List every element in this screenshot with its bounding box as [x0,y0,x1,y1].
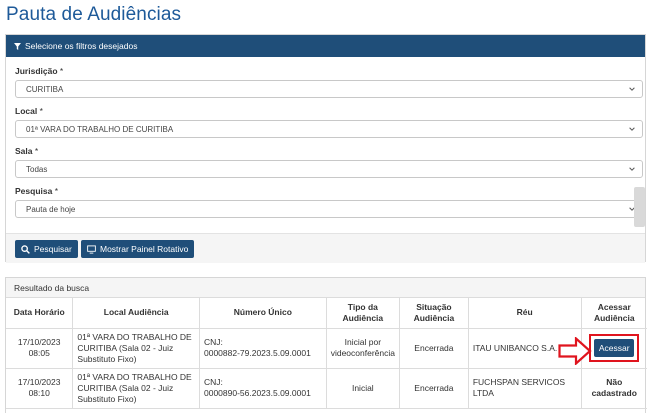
panel-button-label: Mostrar Painel Rotativo [100,244,189,254]
results-panel: Resultado da busca Data Horário Local Au… [5,277,647,413]
local-select[interactable]: 01ª VARA DO TRABALHO DE CURITIBA [15,120,643,138]
cell-numero: CNJ: 0000890-56.2023.5.09.0001 [199,368,327,409]
funnel-icon [14,42,21,50]
red-arrow-icon [558,337,592,365]
acessar-button[interactable]: Acessar [594,339,635,357]
pesquisa-label: Pesquisa * [15,186,59,196]
monitor-icon [87,244,96,254]
col-header-data-horario: Data Horário [6,298,74,329]
cell-date-time: 17/10/2023 08:10 [6,368,74,409]
sala-label: Sala * [15,146,39,156]
table-row: 17/10/2023 08:05 01ª VARA DO TRABALHO DE … [6,328,647,369]
sala-select[interactable]: Todas [15,160,643,178]
page-title: Pauta de Audiências [6,4,182,25]
col-header-tipo: Tipo da Audiência [326,298,400,329]
search-button[interactable]: Pesquisar [15,240,78,258]
button-bar: Pesquisar Mostrar Painel Rotativo [6,233,645,263]
scrollbar-thumb[interactable] [634,187,645,227]
cell-local: 01ª VARA DO TRABALHO DE CURITIBA (Sala 0… [72,328,200,369]
col-header-acessar: Acessar Audiência [581,298,647,329]
cell-date-time: 17/10/2023 08:05 [6,328,74,369]
cell-tipo: Inicial por videoconferência [326,328,400,369]
search-button-label: Pesquisar [34,244,72,254]
col-header-numero: Número Único [199,298,327,329]
col-header-reu: Réu [468,298,582,329]
cell-nao-cadastrado: Não cadastrado [581,368,647,409]
cell-local: 01ª VARA DO TRABALHO DE CURITIBA (Sala 0… [72,368,200,409]
jurisdicao-select[interactable]: CURITIBA [15,80,643,98]
filter-header-label: Selecione os filtros desejados [25,41,138,51]
local-value: 01ª VARA DO TRABALHO DE CURITIBA [26,124,174,134]
chevron-down-icon [629,167,635,171]
jurisdicao-value: CURITIBA [26,84,64,94]
pesquisa-value: Pauta de hoje [26,204,76,214]
cell-situacao: Encerrada [399,328,469,369]
pesquisa-select[interactable]: Pauta de hoje [15,200,643,218]
search-icon [21,244,30,254]
show-rotating-panel-button[interactable]: Mostrar Painel Rotativo [81,240,195,258]
cell-situacao: Encerrada [399,368,469,409]
cell-numero: CNJ: 0000882-79.2023.5.09.0001 [199,328,327,369]
cell-tipo: Inicial [326,368,400,409]
col-header-situacao: Situação Audiência [399,298,469,329]
filter-header: Selecione os filtros desejados [6,35,645,57]
col-header-local: Local Audiência [72,298,200,329]
local-label: Local * [15,106,43,116]
jurisdicao-label: Jurisdição * [15,66,64,76]
highlight-box: Acessar [589,334,640,362]
table-header-row: Data Horário Local Audiência Número Únic… [6,298,647,329]
chevron-down-icon [629,127,635,131]
results-table: Data Horário Local Audiência Número Únic… [6,298,647,409]
results-header: Resultado da busca [6,278,645,298]
cell-reu: FUCHSPAN SERVICOS LTDA [468,368,582,409]
filter-panel: Selecione os filtros desejados Jurisdiçã… [5,34,646,263]
chevron-down-icon [629,87,635,91]
sala-value: Todas [26,164,48,174]
table-row: 17/10/2023 08:10 01ª VARA DO TRABALHO DE … [6,368,647,409]
